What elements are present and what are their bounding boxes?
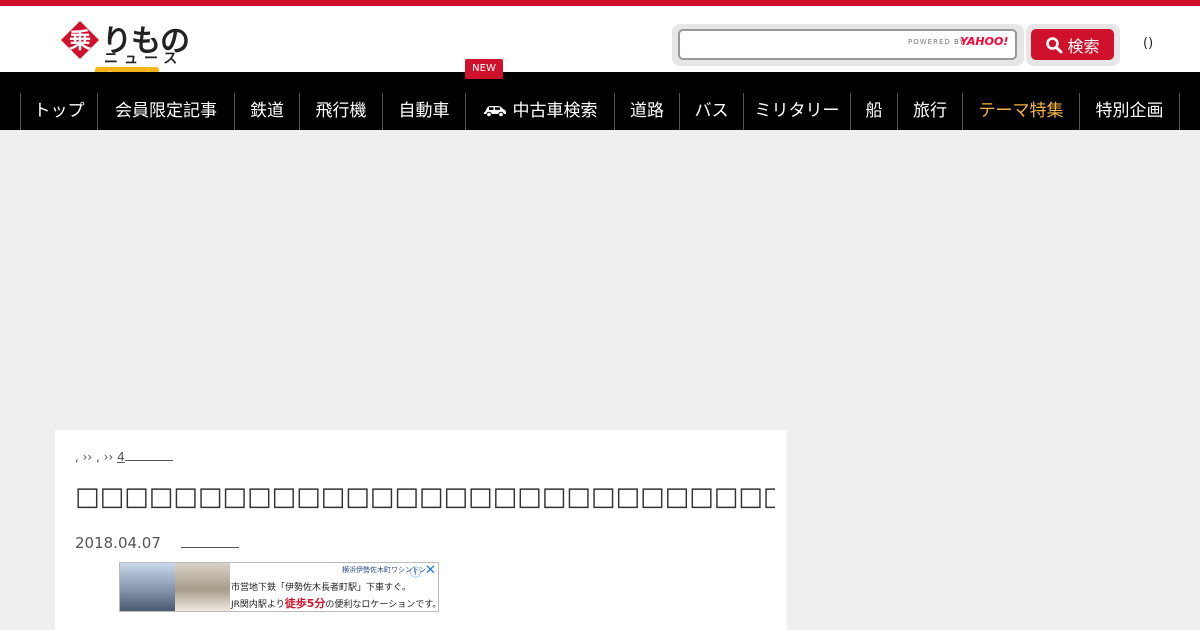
nav-item-travel[interactable]: 旅行 <box>897 93 962 130</box>
ad-close-icon[interactable]: ✕ <box>425 563 436 578</box>
ad-info-icon[interactable]: ⓘ <box>410 564 421 580</box>
nav-item-label: 鉄道 <box>250 101 284 121</box>
author-link[interactable] <box>181 534 239 552</box>
breadcrumb-prefix: , ›› , ›› <box>75 450 118 464</box>
user-menu-link[interactable]: () <box>1143 36 1153 51</box>
nav-item-label: 中古車検索 <box>512 101 598 121</box>
article-card: , ›› , ›› 4 □□□□□□□□□□□□□□□□□□□□□□□□□□□□… <box>55 430 787 630</box>
nav-item-label: 船 <box>865 101 883 121</box>
nav-item-label: バス <box>694 101 729 121</box>
new-badge: NEW <box>465 59 503 79</box>
ad-text-line2: JR関内駅より徒歩5分の便利なロケーションです。 <box>231 595 441 611</box>
ad-text-line1: 市営地下鉄「伊勢佐木長者町駅」下車すぐ。 <box>231 583 412 593</box>
nav-item-label: トップ <box>33 101 85 121</box>
ad-hotel-exterior-image <box>120 563 175 611</box>
logo-subtext: ニュース <box>104 51 184 67</box>
nav-item-label: 道路 <box>630 101 664 121</box>
nav-item-used-car-search[interactable]: 中古車検索 <box>465 93 614 130</box>
search-icon <box>1046 36 1063 53</box>
ad-highlight: 徒歩5分 <box>284 597 326 610</box>
nav-item-top[interactable]: トップ <box>20 93 97 130</box>
nav-item-members[interactable]: 会員限定記事 <box>97 93 234 130</box>
nav-item-label: テーマ特集 <box>978 101 1064 121</box>
yahoo-logo: YAHOO! <box>960 35 1009 48</box>
nav-item-ship[interactable]: 船 <box>850 93 897 130</box>
nav-item-airplane[interactable]: 飛行機 <box>299 93 382 130</box>
nav-item-military[interactable]: ミリタリー <box>743 93 850 130</box>
nav-item-label: ミリタリー <box>754 101 840 121</box>
nav-item-bus[interactable]: バス <box>679 93 743 130</box>
logo-mark-icon: 乗 <box>61 21 99 59</box>
nav-item-label: 飛行機 <box>315 101 367 121</box>
car-icon <box>483 106 506 118</box>
ad-hotel-room-image <box>175 563 230 611</box>
site-header: 乗 りもの ニュース プレミアム POWERED BY YAHOO! 検索 () <box>0 6 1200 86</box>
nav-item-railway[interactable]: 鉄道 <box>234 93 299 130</box>
nav-item-car[interactable]: 自動車 <box>382 93 465 130</box>
ad-text-part: JR関内駅より <box>231 600 285 610</box>
search-powered-by: POWERED BY <box>908 38 965 46</box>
nav-item-label: 旅行 <box>913 101 947 121</box>
ad-banner[interactable]: 横浜伊勢佐木町ワシントン ⓘ ✕ 市営地下鉄「伊勢佐木長者町駅」下車すぐ。 JR… <box>119 562 441 612</box>
breadcrumb-link-text: 4 <box>117 450 125 464</box>
nav-item-road[interactable]: 道路 <box>614 93 679 130</box>
breadcrumb-link[interactable]: 4 <box>117 450 173 464</box>
nav-item-label: 特別企画 <box>1095 101 1164 121</box>
search-button-wrap: 検索 <box>1026 24 1120 66</box>
search-button[interactable]: 検索 <box>1031 29 1114 60</box>
article-date: 2018.04.07 <box>75 534 161 552</box>
nav-item-label: 会員限定記事 <box>115 101 217 121</box>
search-box: POWERED BY YAHOO! <box>672 24 1024 66</box>
nav-item-theme[interactable]: テーマ特集 <box>962 93 1079 130</box>
search-button-label: 検索 <box>1067 36 1100 56</box>
main-nav: トップ 会員限定記事 鉄道 飛行機 自動車 中古車検索 道路 バス ミリタリー … <box>0 72 1200 130</box>
nav-item-label: 自動車 <box>398 101 450 121</box>
article-title: □□□□□□□□□□□□□□□□□□□□□□□□□□□□□□□□□4□□□□□□… <box>75 482 775 512</box>
breadcrumb: , ›› , ›› 4 <box>75 450 173 464</box>
svg-text:乗: 乗 <box>69 29 91 54</box>
ad-text-part: の便利なロケーションです。 <box>325 600 442 610</box>
nav-item-special[interactable]: 特別企画 <box>1079 93 1180 130</box>
